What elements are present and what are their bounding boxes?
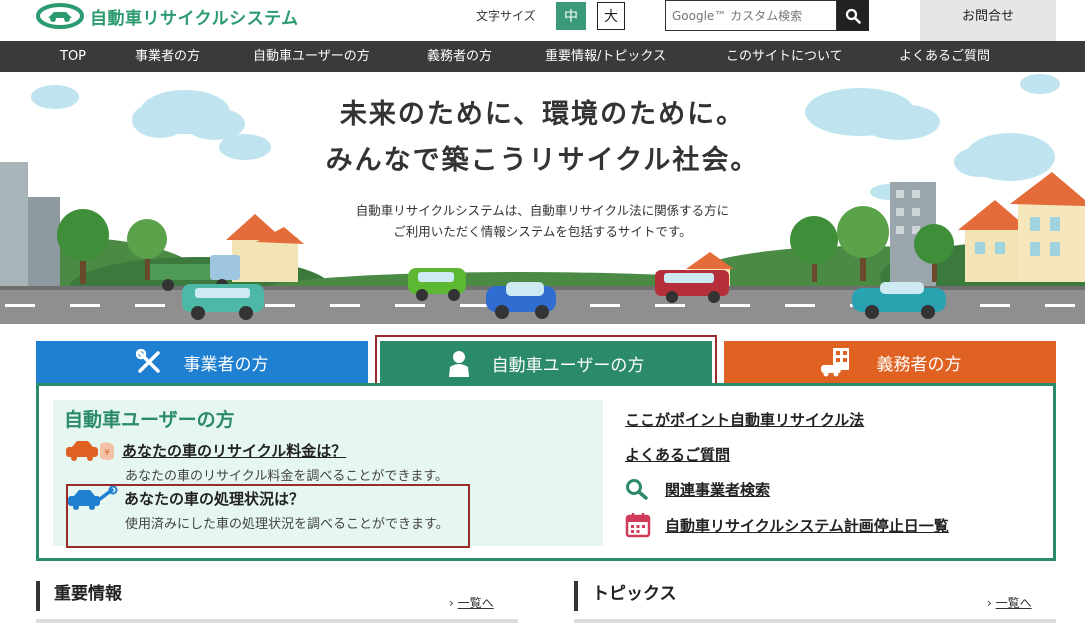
font-size-large-button[interactable]: 大 (597, 2, 625, 30)
search-button[interactable] (837, 0, 869, 31)
calendar-icon (625, 512, 651, 538)
outage-schedule-link[interactable]: 自動車リサイクルシステム計画停止日一覧 (665, 515, 949, 536)
nav-item-obligor[interactable]: 義務者の方 (427, 41, 492, 72)
important-info-divider (36, 619, 518, 623)
tab-business-label: 事業者の方 (183, 354, 269, 375)
fee-link-title[interactable]: あなたの車のリサイクル料金は？ (122, 440, 346, 461)
building-car-icon (819, 347, 855, 377)
search-input[interactable] (665, 0, 837, 31)
important-info-heading: 重要情報 (36, 581, 122, 611)
hero-title-line1: 未来のために、環境のために。 (339, 99, 746, 130)
related-business-search-link[interactable]: 関連事業者検索 (665, 479, 770, 500)
hero-title-line2: みんなで築こうリサイクル社会。 (325, 145, 760, 176)
tab-business[interactable]: 事業者の方 (36, 341, 368, 383)
car-yen-icon: ¥ (64, 438, 118, 462)
nav-item-faq[interactable]: よくあるご質問 (899, 41, 990, 72)
nav-item-news-topics[interactable]: 重要情報/トピックス (545, 41, 666, 72)
hero-subtitle-line1: 自動車リサイクルシステムは、自動車リサイクル法に関係する方に (355, 203, 730, 218)
nav-item-top[interactable]: TOP (60, 41, 86, 72)
hero-banner: 未来のために、環境のために。 みんなで築こうリサイクル社会。 自動車リサイクルシ… (0, 72, 1085, 324)
tab-obligor[interactable]: 義務者の方 (724, 341, 1056, 383)
topics-more-label: 一覧へ (995, 596, 1032, 610)
hero-subtitle-line2: ご利用いただく情報システムを包括するサイトです。 (393, 224, 692, 239)
font-size-medium-button[interactable]: 中 (556, 2, 586, 30)
tools-icon (135, 349, 162, 375)
recycle-car-logo-icon (36, 3, 84, 29)
logo-text: 自動車リサイクルシステム (90, 8, 299, 29)
nav-item-car-user[interactable]: 自動車ユーザーの方 (253, 41, 370, 72)
site-logo[interactable]: 自動車リサイクルシステム (36, 2, 299, 30)
font-size-label: 文字サイズ (476, 9, 536, 23)
topics-more-link[interactable]: › 一覧へ (987, 594, 1032, 611)
svg-text:¥: ¥ (104, 448, 109, 457)
contact-button[interactable]: お問合せ (920, 0, 1056, 41)
fee-link-description: あなたの車のリサイクル料金を調べることができます。 (125, 469, 449, 484)
chevron-right-icon: › (987, 596, 992, 610)
status-highlight-box (66, 484, 470, 548)
fee-link-row[interactable]: ¥ あなたの車のリサイクル料金は？ (64, 438, 346, 462)
faq-link[interactable]: よくあるご質問 (625, 444, 730, 465)
site-header: 自動車リサイクルシステム 文字サイズ 中 大 お問合せ (0, 0, 1085, 41)
nav-item-about[interactable]: このサイトについて (726, 41, 843, 72)
search-icon (625, 478, 649, 500)
panel-heading: 自動車ユーザーの方 (64, 409, 235, 431)
topics-divider (574, 619, 1056, 623)
topics-heading: トピックス (574, 581, 677, 611)
tab-obligor-label: 義務者の方 (876, 354, 962, 375)
important-info-more-link[interactable]: › 一覧へ (449, 594, 494, 611)
chevron-right-icon: › (449, 596, 454, 610)
related-business-search-row[interactable]: 関連事業者検索 (625, 478, 770, 500)
recycle-law-points-link[interactable]: ここがポイント自動車リサイクル法 (625, 409, 864, 430)
search-icon (845, 8, 861, 24)
outage-schedule-row[interactable]: 自動車リサイクルシステム計画停止日一覧 (625, 512, 949, 538)
global-nav: TOP 事業者の方 自動車ユーザーの方 義務者の方 重要情報/トピックス このサ… (0, 41, 1085, 72)
important-info-more-label: 一覧へ (457, 596, 494, 610)
nav-item-business[interactable]: 事業者の方 (135, 41, 200, 72)
